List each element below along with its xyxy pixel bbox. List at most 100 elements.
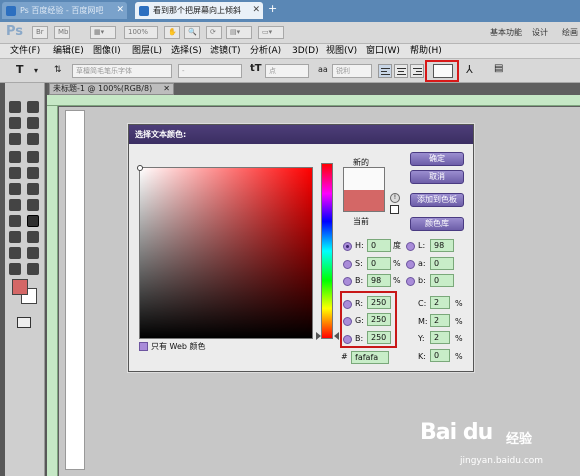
rectangle-tool-icon[interactable] [27,231,39,243]
out-of-gamut-warning-icon[interactable]: ! [390,193,400,203]
lab-l-field[interactable]: 98 [430,239,454,252]
menu-view[interactable]: 视图(V) [326,45,357,57]
hex-field[interactable]: fafafa [351,351,389,364]
saturation-field[interactable]: 0 [367,257,391,270]
menu-image[interactable]: 图像(I) [93,45,121,57]
ruler-vertical[interactable] [47,106,58,476]
ruler-horizontal[interactable] [47,95,580,106]
lab-a-field[interactable]: 0 [430,257,454,270]
3d-orbit-tool-icon[interactable] [27,247,39,259]
document-tab[interactable]: 未标题-1 @ 100%(RGB/8) ✕ [49,83,174,95]
only-web-colors-checkbox[interactable] [139,342,148,351]
menu-layer[interactable]: 图层(L) [132,45,162,57]
menu-edit[interactable]: 编辑(E) [53,45,84,57]
warp-text-icon[interactable]: ⅄ [466,63,473,76]
workspace-essentials[interactable]: 基本功能 [490,27,522,38]
brightness-field[interactable]: 98 [367,274,391,287]
yellow-field[interactable]: 2 [430,331,450,344]
clone-stamp-tool-icon[interactable] [9,167,21,179]
new-tab-button[interactable]: + [268,2,277,15]
hand-tool-icon[interactable] [9,263,21,275]
magenta-field[interactable]: 2 [430,314,450,327]
menu-file[interactable]: 文件(F) [10,45,40,57]
pen-tool-icon[interactable] [9,215,21,227]
zoom-tool-icon[interactable] [27,263,39,275]
dodge-tool-icon[interactable] [27,199,39,211]
add-to-swatches-button[interactable]: 添加到色板 [410,193,464,207]
close-tab-icon[interactable]: ✕ [116,2,124,19]
crop-tool-icon[interactable] [9,133,21,145]
text-color-swatch[interactable] [433,64,453,78]
font-size-select[interactable]: 点 [265,64,309,78]
character-panel-icon[interactable]: ▤ [494,63,503,74]
current-color-swatch[interactable] [343,190,385,212]
menu-window[interactable]: 窗口(W) [366,45,400,57]
font-family-select[interactable]: 草檀简毛笔乐字体 [72,64,172,78]
quick-mask-icon[interactable] [17,317,31,328]
web-safe-cube-icon[interactable] [390,205,399,214]
hue-field[interactable]: 0 [367,239,391,252]
color-field-cursor[interactable] [137,165,143,171]
color-libraries-button[interactable]: 颜色库 [410,217,464,231]
gradient-tool-icon[interactable] [27,183,39,195]
hue-slider-left-arrow-icon[interactable] [316,332,321,340]
lab-l-radio[interactable] [406,242,415,251]
saturation-radio[interactable] [343,260,352,269]
cyan-field[interactable]: 2 [430,296,450,309]
healing-brush-tool-icon[interactable] [9,151,21,163]
browser-tab-2[interactable]: 看到那个把屏幕向上倾斜 ✕ [135,2,263,19]
lab-b-field[interactable]: 0 [430,274,454,287]
brightness-radio[interactable] [343,277,352,286]
brush-tool-icon[interactable] [27,151,39,163]
canvas[interactable] [65,110,85,470]
align-center-button[interactable] [394,64,408,78]
align-right-button[interactable] [410,64,424,78]
marquee-tool-icon[interactable] [9,101,21,113]
hand-tool-icon[interactable]: ✋ [164,26,180,39]
eraser-tool-icon[interactable] [9,183,21,195]
workspace-painting[interactable]: 绘画 [562,27,578,38]
type-tool-icon[interactable] [27,215,39,227]
text-orientation-icon[interactable]: ⇅ [54,65,62,75]
3d-rotate-tool-icon[interactable] [9,247,21,259]
hue-slider[interactable] [321,163,333,339]
minibridge-icon[interactable]: Mb [54,26,70,39]
move-tool-icon[interactable] [27,101,39,113]
font-style-select[interactable]: - [178,64,242,78]
rotate-view-icon[interactable]: ⟳ [206,26,222,39]
arrange-documents-dropdown[interactable]: ▤▾ [226,26,252,39]
path-select-tool-icon[interactable] [9,231,21,243]
close-document-icon[interactable]: ✕ [163,84,170,94]
history-brush-tool-icon[interactable] [27,167,39,179]
type-tool-icon[interactable]: T [16,63,24,76]
tool-preset-dropdown-icon[interactable]: ▾ [34,66,38,75]
lab-a-radio[interactable] [406,260,415,269]
workspace-design[interactable]: 设计 [532,27,548,38]
menu-select[interactable]: 选择(S) [171,45,202,57]
menu-help[interactable]: 帮助(H) [410,45,442,57]
saturation-brightness-field[interactable] [139,167,313,339]
zoom-tool-icon[interactable]: 🔍 [184,26,200,39]
view-extras-dropdown[interactable]: ▦▾ [90,26,116,39]
bridge-icon[interactable]: Br [32,26,48,39]
hue-radio[interactable] [343,242,352,251]
zoom-dropdown[interactable]: 100% [124,26,158,39]
browser-tab-1[interactable]: Ps 百度经验 - 百度网吧 ✕ [2,2,127,19]
antialias-select[interactable]: 锐利 [332,64,372,78]
align-left-button[interactable] [378,64,392,78]
lasso-tool-icon[interactable] [9,117,21,129]
screen-mode-dropdown[interactable]: ▭▾ [258,26,284,39]
hue-slider-right-arrow-icon[interactable] [334,332,339,340]
eyedropper-tool-icon[interactable] [27,133,39,145]
close-tab-icon[interactable]: ✕ [252,2,260,19]
menu-filter[interactable]: 滤镜(T) [210,45,241,57]
menu-3d[interactable]: 3D(D) [292,45,319,57]
blur-tool-icon[interactable] [9,199,21,211]
foreground-color-swatch[interactable] [12,279,28,295]
quick-select-tool-icon[interactable] [27,117,39,129]
ok-button[interactable]: 确定 [410,152,464,166]
menu-analysis[interactable]: 分析(A) [250,45,281,57]
black-field[interactable]: 0 [430,349,450,362]
lab-b-radio[interactable] [406,277,415,286]
cancel-button[interactable]: 取消 [410,170,464,184]
